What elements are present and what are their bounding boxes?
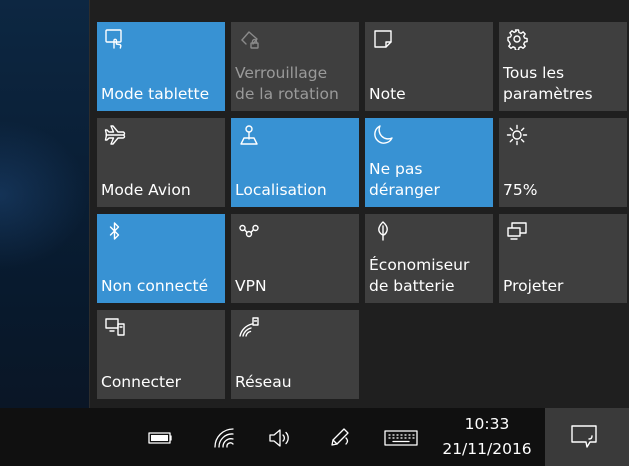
clock-date: 21/11/2016: [442, 440, 532, 458]
tile-reseau[interactable]: Réseau: [231, 310, 359, 399]
network-icon: [238, 316, 260, 338]
connect-icon: [104, 316, 126, 338]
desktop-wallpaper: [0, 0, 89, 408]
tile-label: Économiseur de batterie: [369, 256, 470, 295]
clock-time: 10:33: [464, 415, 510, 433]
bluetooth-icon: [104, 220, 126, 242]
tile-label: Mode tablette: [101, 85, 210, 103]
project-icon: [506, 220, 528, 242]
tile-bluetooth[interactable]: Non connecté: [97, 214, 225, 303]
action-center-button[interactable]: [545, 408, 629, 466]
tile-verrouillage-rotation[interactable]: Verrouillage de la rotation: [231, 22, 359, 111]
wifi-icon[interactable]: [209, 426, 237, 450]
tile-label: Localisation: [235, 181, 327, 199]
tile-label: Ne pas déranger: [369, 160, 440, 199]
settings-gear-icon: [506, 28, 528, 51]
action-center-panel: Mode tablette Verrouillage de la rotatio…: [89, 0, 629, 408]
tile-label: Connecter: [101, 373, 181, 391]
tile-vpn[interactable]: VPN: [231, 214, 359, 303]
battery-icon[interactable]: [147, 426, 175, 450]
moon-icon: [372, 124, 394, 146]
tile-economiseur-batterie[interactable]: Économiseur de batterie: [365, 214, 493, 303]
battery-saver-leaf-icon: [372, 220, 394, 242]
taskbar: 10:33 21/11/2016: [0, 408, 629, 466]
action-center-icon: [571, 425, 597, 448]
vpn-icon: [238, 220, 260, 242]
tile-label: Note: [369, 85, 406, 103]
tile-mode-tablette[interactable]: Mode tablette: [97, 22, 225, 111]
tile-label: Verrouillage de la rotation: [235, 64, 339, 103]
tile-label: Projeter: [503, 277, 564, 295]
tile-label: 75%: [503, 181, 538, 199]
brightness-icon: [506, 124, 528, 146]
quick-actions-grid: Mode tablette Verrouillage de la rotatio…: [97, 22, 627, 399]
tile-connecter[interactable]: Connecter: [97, 310, 225, 399]
tile-localisation[interactable]: Localisation: [231, 118, 359, 207]
tile-projeter[interactable]: Projeter: [499, 214, 627, 303]
volume-icon[interactable]: [267, 426, 295, 450]
tile-label: VPN: [235, 277, 267, 295]
clock[interactable]: 10:33 21/11/2016: [432, 412, 542, 462]
tile-luminosite[interactable]: 75%: [499, 118, 627, 207]
airplane-icon: [104, 124, 126, 146]
tile-label: Non connecté: [101, 277, 209, 295]
location-icon: [238, 124, 260, 146]
tile-mode-avion[interactable]: Mode Avion: [97, 118, 225, 207]
keyboard-icon[interactable]: [384, 426, 418, 450]
tablet-mode-icon: [104, 28, 126, 50]
note-icon: [372, 28, 394, 50]
rotation-lock-icon: [238, 28, 260, 50]
tile-label: Réseau: [235, 373, 292, 391]
tile-label: Tous les paramètres: [503, 64, 593, 103]
pen-icon[interactable]: [326, 426, 354, 450]
tile-ne-pas-deranger[interactable]: Ne pas déranger: [365, 118, 493, 207]
tile-label: Mode Avion: [101, 181, 191, 199]
tile-tous-les-parametres[interactable]: Tous les paramètres: [499, 22, 627, 111]
tile-note[interactable]: Note: [365, 22, 493, 111]
